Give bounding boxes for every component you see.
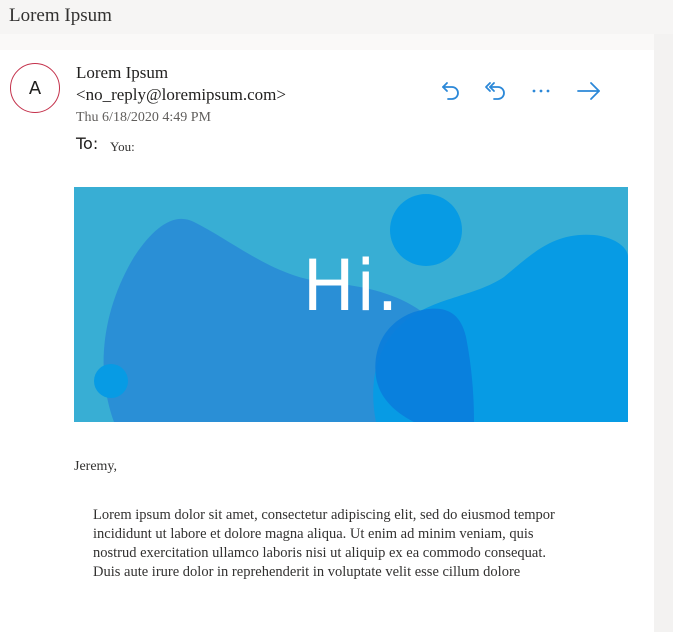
- greeting: Jeremy,: [74, 459, 118, 474]
- sender-name[interactable]: Lorem Ipsum: [76, 63, 168, 83]
- email-subject: Lorem Ipsum: [9, 5, 112, 26]
- avatar[interactable]: A: [10, 63, 60, 113]
- body-line: Duis aute irure dolor in reprehenderit i…: [93, 564, 521, 580]
- forward-icon: [576, 80, 602, 102]
- to-label: To:: [76, 134, 99, 153]
- more-options-button[interactable]: [528, 78, 554, 104]
- message-body: Lorem ipsum dolor sit amet, consectetur …: [93, 506, 623, 582]
- hero-banner: Hi.: [74, 187, 628, 422]
- reply-icon: [440, 80, 462, 102]
- reply-all-button[interactable]: [483, 78, 509, 104]
- recipient[interactable]: You:: [110, 139, 135, 155]
- body-line: Lorem ipsum dolor sit amet, consectetur …: [93, 507, 555, 523]
- sender-email[interactable]: <no_reply@loremipsum.com>: [76, 85, 286, 105]
- reading-pane-gutter: [654, 34, 673, 632]
- more-options-icon: [530, 80, 552, 102]
- body-line: incididunt ut labore et dolore magna ali…: [93, 526, 534, 542]
- body-line: nostrud exercitation ullamco laboris nis…: [93, 545, 547, 561]
- reply-button[interactable]: [438, 78, 464, 104]
- banner-circle-small: [94, 364, 128, 398]
- banner-greeting: Hi.: [302, 245, 400, 327]
- forward-button[interactable]: [576, 78, 602, 104]
- subject-bar: Lorem Ipsum: [0, 0, 673, 34]
- reply-all-icon: [484, 80, 508, 102]
- message-date: Thu 6/18/2020 4:49 PM: [76, 110, 211, 125]
